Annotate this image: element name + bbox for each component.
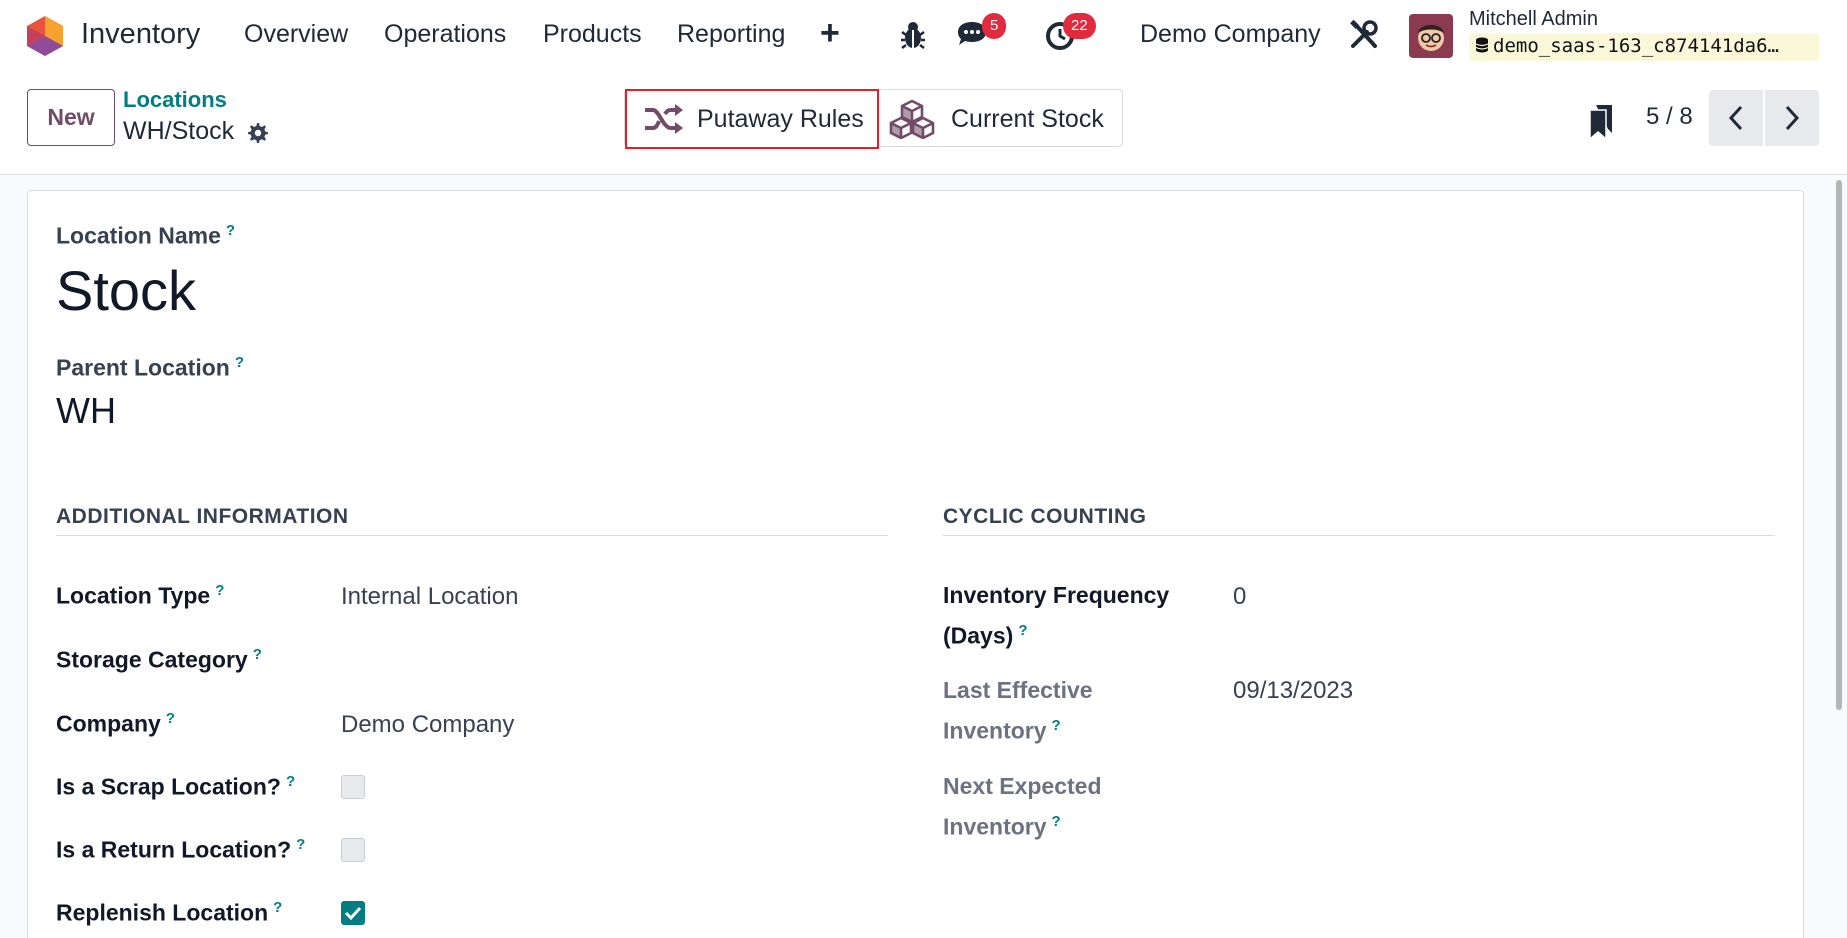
return-location-checkbox[interactable] — [341, 838, 365, 862]
cubes-icon — [889, 99, 935, 139]
location-type-field[interactable]: Internal Location — [341, 583, 518, 611]
control-panel: New Locations WH/Stock Putaway Rules Cur… — [0, 71, 1847, 175]
scrap-location-checkbox[interactable] — [341, 775, 365, 799]
storage-category-label: Storage Category? — [56, 646, 262, 674]
putaway-rules-label: Putaway Rules — [697, 104, 864, 133]
storage-category-label-text: Storage Category — [56, 646, 248, 673]
last-effective-inventory-label: Last Effective Inventory? — [943, 672, 1093, 749]
putaway-rules-button[interactable]: Putaway Rules — [625, 89, 879, 149]
top-navbar: Inventory Overview Operations Products R… — [0, 0, 1847, 71]
breadcrumb-current: WH/Stock — [123, 117, 235, 145]
section-divider — [943, 535, 1775, 536]
parent-location-label: Parent Location? — [56, 354, 244, 382]
shuffle-icon — [645, 104, 683, 134]
location-name-field[interactable]: Stock — [56, 258, 196, 323]
company-label: Company? — [56, 710, 175, 738]
help-icon[interactable]: ? — [1018, 622, 1027, 639]
help-icon[interactable]: ? — [296, 836, 305, 853]
help-icon[interactable]: ? — [226, 222, 235, 239]
menu-products[interactable]: Products — [543, 20, 642, 49]
location-type-label: Location Type? — [56, 582, 224, 610]
next-expected-inventory-label-line1: Next Expected — [943, 773, 1102, 799]
replenish-location-label-text: Replenish Location — [56, 899, 269, 926]
pager-previous-button[interactable] — [1709, 90, 1763, 146]
help-icon[interactable]: ? — [215, 582, 224, 599]
inventory-frequency-label: Inventory Frequency (Days)? — [943, 577, 1169, 654]
parent-location-label-text: Parent Location — [56, 354, 230, 381]
last-effective-inventory-value: 09/13/2023 — [1233, 677, 1354, 704]
help-icon[interactable]: ? — [166, 710, 175, 727]
help-icon[interactable]: ? — [253, 646, 262, 663]
help-icon[interactable]: ? — [273, 899, 282, 916]
help-icon[interactable]: ? — [1052, 813, 1061, 830]
checkmark-icon — [344, 906, 362, 921]
location-name-label: Location Name? — [56, 222, 235, 250]
section-additional-information: ADDITIONAL INFORMATION — [56, 505, 349, 528]
tools-icon[interactable] — [1347, 18, 1381, 52]
avatar[interactable] — [1409, 14, 1453, 58]
bookmark-icon[interactable] — [1588, 105, 1614, 139]
replenish-location-label: Replenish Location? — [56, 899, 282, 927]
chevron-left-icon — [1728, 105, 1743, 131]
inventory-frequency-label-line2: (Days) — [943, 622, 1014, 649]
smart-buttons: Putaway Rules Current Stock — [624, 89, 1124, 149]
inventory-frequency-label-line1: Inventory Frequency — [943, 582, 1170, 608]
current-stock-label: Current Stock — [951, 104, 1104, 133]
odoo-app-logo-icon[interactable] — [27, 16, 63, 56]
return-location-label-text: Is a Return Location? — [56, 836, 292, 863]
database-name: demo_saas-163_c874141da6… — [1469, 33, 1819, 61]
user-name[interactable]: Mitchell Admin — [1469, 8, 1598, 31]
pager-value[interactable]: 5 / 8 — [1646, 103, 1693, 131]
current-stock-button[interactable]: Current Stock — [879, 90, 1124, 148]
next-expected-inventory-label-line2: Inventory — [943, 813, 1047, 840]
scrap-location-label-text: Is a Scrap Location? — [56, 773, 281, 800]
company-label-text: Company — [56, 710, 161, 737]
section-cyclic-counting: CYCLIC COUNTING — [943, 505, 1147, 528]
app-name[interactable]: Inventory — [81, 18, 200, 51]
database-label: demo_saas-163_c874141da6… — [1493, 35, 1779, 57]
menu-operations[interactable]: Operations — [384, 20, 506, 49]
help-icon[interactable]: ? — [286, 773, 295, 790]
vertical-scrollbar[interactable] — [1836, 180, 1842, 710]
database-icon — [1475, 37, 1489, 53]
form-sheet — [27, 190, 1804, 938]
activities-count-badge: 22 — [1063, 13, 1096, 39]
pager-next-button[interactable] — [1765, 90, 1819, 146]
add-menu-plus-icon[interactable]: + — [820, 14, 840, 53]
breadcrumb-locations[interactable]: Locations — [123, 87, 227, 113]
menu-overview[interactable]: Overview — [244, 20, 348, 49]
section-divider — [56, 535, 888, 536]
company-field[interactable]: Demo Company — [341, 711, 514, 739]
help-icon[interactable]: ? — [235, 354, 244, 371]
return-location-label: Is a Return Location?? — [56, 836, 305, 864]
last-effective-inventory-label-line2: Inventory — [943, 717, 1047, 744]
replenish-location-checkbox[interactable] — [341, 901, 365, 925]
parent-location-field[interactable]: WH — [56, 390, 116, 432]
bug-icon[interactable] — [896, 18, 930, 52]
location-name-label-text: Location Name — [56, 222, 221, 249]
storage-category-field[interactable] — [341, 647, 841, 677]
next-expected-inventory-label: Next Expected Inventory? — [943, 768, 1102, 845]
scrap-location-label: Is a Scrap Location?? — [56, 773, 295, 801]
inventory-frequency-field[interactable]: 0 — [1233, 583, 1246, 611]
gear-icon[interactable] — [245, 121, 269, 145]
location-type-label-text: Location Type — [56, 582, 211, 609]
last-effective-inventory-label-line1: Last Effective — [943, 677, 1093, 703]
help-icon[interactable]: ? — [1052, 717, 1061, 734]
company-switcher[interactable]: Demo Company — [1140, 20, 1321, 49]
menu-reporting[interactable]: Reporting — [677, 20, 785, 49]
chevron-right-icon — [1785, 105, 1800, 131]
messages-count-badge: 5 — [982, 13, 1007, 39]
new-button[interactable]: New — [27, 89, 115, 146]
